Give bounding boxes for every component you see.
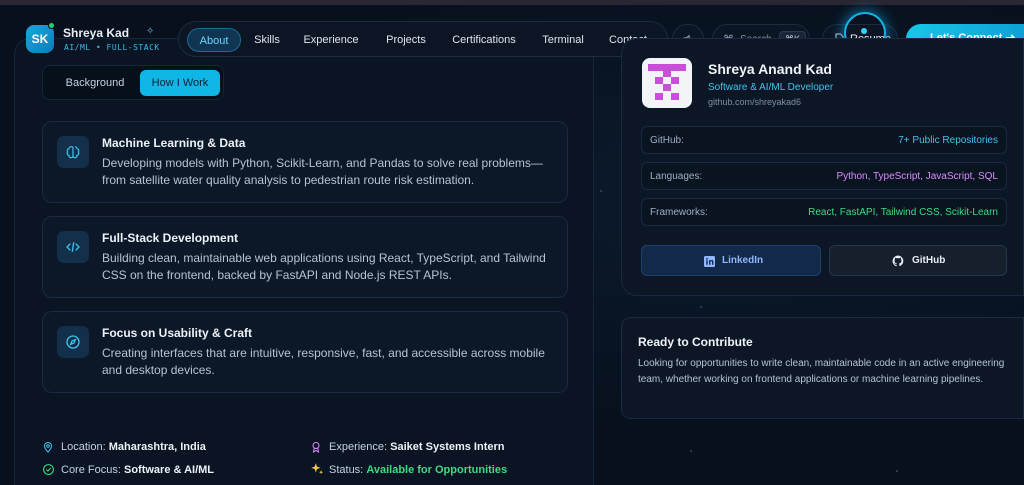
contribute-title: Ready to Contribute (638, 335, 753, 349)
card-title: Focus on Usability & Craft (102, 326, 253, 340)
toggle-how-i-work[interactable]: How I Work (140, 70, 220, 96)
experience-value: Saiket Systems Intern (390, 441, 505, 453)
brain-icon (57, 136, 89, 168)
linkedin-button[interactable]: LinkedIn (641, 245, 821, 276)
github-button[interactable]: GitHub (829, 245, 1007, 276)
location-label: Location: (61, 441, 106, 453)
skill-card-fullstack: Full-Stack Development Building clean, m… (42, 216, 568, 298)
skill-card-ml: Machine Learning & Data Developing model… (42, 121, 568, 203)
main-nav: About Skills Experience Projects Certifi… (178, 21, 668, 57)
about-view-toggle: Background How I Work (42, 65, 224, 100)
row-value: 7+ Public Repositories (898, 135, 998, 146)
info-experience: Experience: Saiket Systems Intern (329, 441, 505, 453)
toggle-background[interactable]: Background (49, 70, 141, 96)
card-description: Developing models with Python, Scikit-Le… (102, 156, 543, 187)
linkedin-icon (704, 256, 715, 267)
nav-about[interactable]: About (187, 28, 241, 52)
linkedin-label: LinkedIn (722, 255, 764, 266)
brand-tagline: AI/ML • FULL-STACK (64, 43, 160, 52)
experience-label: Experience: (329, 441, 388, 453)
online-indicator (48, 22, 55, 29)
github-label: GitHub (912, 255, 946, 266)
bg-star (896, 470, 898, 472)
card-description: Creating interfaces that are intuitive, … (102, 346, 545, 377)
skill-card-usability: Focus on Usability & Craft Creating inte… (42, 311, 568, 393)
focus-label: Core Focus: (61, 464, 121, 476)
profile-row-frameworks: Frameworks: React, FastAPI, Tailwind CSS… (641, 198, 1007, 226)
info-location: Location: Maharashtra, India (61, 441, 206, 453)
card-title: Full-Stack Development (102, 231, 239, 245)
map-pin-icon (43, 442, 53, 453)
info-status: Status: Available for Opportunities (329, 464, 507, 476)
cursor-dot (861, 28, 867, 34)
brand[interactable]: SK Shreya Kad ✧ AI/ML • FULL-STACK (18, 20, 166, 60)
focus-value: Software & AI/ML (123, 464, 215, 476)
profile-logo (642, 58, 692, 108)
code-icon (57, 231, 89, 263)
bg-star (600, 190, 602, 192)
check-circle-icon (43, 464, 54, 475)
nav-terminal[interactable]: Terminal (539, 28, 587, 52)
compass-icon (57, 326, 89, 358)
location-value: Maharashtra, India (108, 441, 206, 453)
profile-name: Shreya Anand Kad (708, 61, 832, 77)
award-icon (312, 442, 320, 454)
profile-github-link[interactable]: github.com/shreyakad6 (708, 97, 801, 107)
nav-certifications[interactable]: Certifications (449, 28, 519, 52)
row-value: React, FastAPI, Tailwind CSS, Scikit-Lea… (808, 207, 998, 218)
nav-skills[interactable]: Skills (251, 28, 283, 52)
profile-role: Software & AI/ML Developer (708, 82, 834, 93)
sparkle-icon: ✧ (146, 26, 155, 37)
brand-avatar: SK (26, 25, 54, 53)
row-key: Languages: (650, 171, 703, 182)
nav-projects[interactable]: Projects (383, 28, 429, 52)
bg-star (690, 450, 692, 452)
status-label: Status: (329, 464, 364, 476)
info-focus: Core Focus: Software & AI/ML (61, 464, 214, 476)
card-description: Building clean, maintainable web applica… (102, 251, 546, 282)
bg-star (700, 306, 702, 308)
card-title: Machine Learning & Data (102, 136, 246, 150)
github-icon (892, 255, 904, 267)
nav-experience[interactable]: Experience (302, 28, 360, 52)
row-value: Python, TypeScript, JavaScript, SQL (836, 171, 998, 182)
sparkles-icon (311, 463, 324, 475)
brand-name: Shreya Kad (63, 26, 130, 40)
row-key: Frameworks: (650, 207, 708, 218)
status-value: Available for Opportunities (366, 464, 508, 476)
profile-row-github: GitHub: 7+ Public Repositories (641, 126, 1007, 154)
contribute-text: Looking for opportunities to write clean… (638, 358, 1005, 385)
profile-row-languages: Languages: Python, TypeScript, JavaScrip… (641, 162, 1007, 190)
row-key: GitHub: (650, 135, 684, 146)
